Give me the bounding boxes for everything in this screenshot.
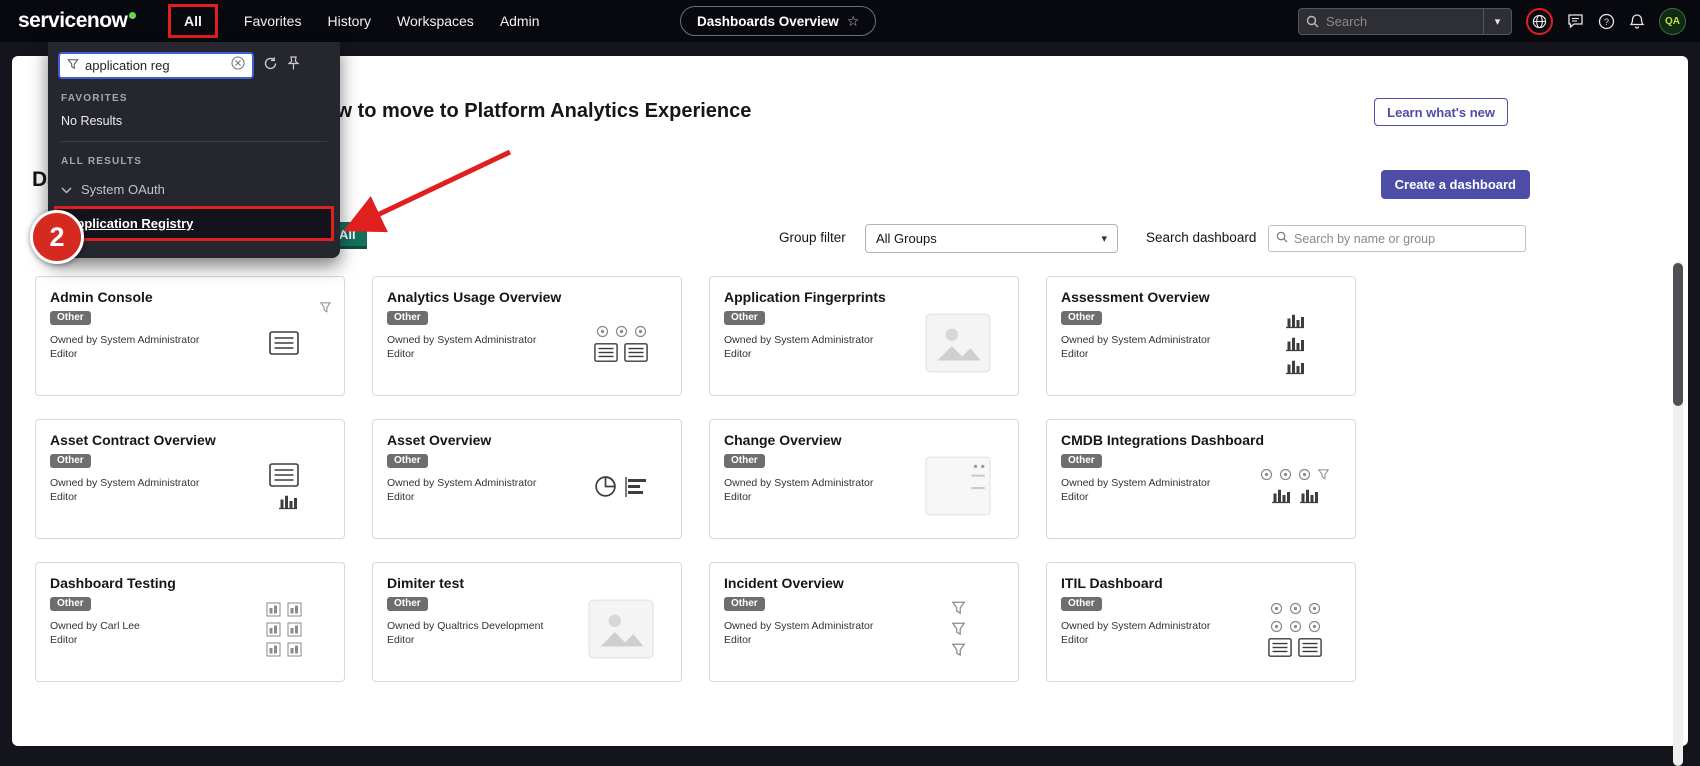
dashboard-card[interactable]: Asset Contract OverviewOtherOwned by Sys…	[35, 419, 345, 539]
search-dashboard-label: Search dashboard	[1146, 230, 1256, 245]
nav-links: All Favorites History Workspaces Admin	[168, 0, 540, 42]
scrollbar-track[interactable]	[1673, 261, 1683, 766]
global-search-input[interactable]	[1326, 14, 1483, 29]
dashboard-search-input[interactable]	[1294, 232, 1518, 246]
card-badge: Other	[387, 454, 428, 468]
menu-filter-field[interactable]	[58, 52, 254, 79]
card-thumbnail	[234, 585, 334, 673]
dashboard-card[interactable]: Dashboard TestingOtherOwned by Carl LeeE…	[35, 562, 345, 682]
dashboard-card[interactable]: Dimiter testOtherOwned by Qualtrics Deve…	[372, 562, 682, 682]
nav-item-favorites[interactable]: Favorites	[244, 13, 302, 29]
dashboard-card[interactable]: Assessment OverviewOtherOwned by System …	[1046, 276, 1356, 396]
star-icon[interactable]: ☆	[847, 13, 860, 30]
menu-filter-input[interactable]	[85, 58, 225, 73]
nav-item-all[interactable]: All	[168, 4, 218, 38]
brand-green-dot-icon	[129, 12, 136, 19]
nav-item-admin[interactable]: Admin	[500, 13, 540, 29]
menu-group-label: System OAuth	[81, 182, 165, 197]
dashboard-search-field[interactable]	[1268, 225, 1526, 252]
all-menu-panel: FAVORITES No Results ALL RESULTS System …	[48, 42, 340, 258]
favorites-empty-text: No Results	[61, 114, 327, 128]
annotation-step-badge: 2	[30, 210, 84, 264]
clear-filter-icon[interactable]	[231, 56, 245, 75]
card-thumbnail	[908, 585, 1008, 673]
search-icon	[1276, 230, 1288, 248]
top-nav: servicenow All Favorites History Workspa…	[0, 0, 1700, 42]
notifications-bell-icon[interactable]	[1629, 13, 1645, 30]
card-badge: Other	[724, 311, 765, 325]
card-thumbnail	[234, 299, 334, 387]
card-badge: Other	[50, 454, 91, 468]
group-filter-select[interactable]: All Groups ▾	[865, 224, 1118, 253]
chevron-down-icon: ▾	[1101, 232, 1107, 245]
dashboard-card[interactable]: Change OverviewOtherOwned by System Admi…	[709, 419, 1019, 539]
card-badge: Other	[387, 311, 428, 325]
group-filter-value: All Groups	[876, 231, 937, 246]
card-thumbnail	[908, 442, 1008, 530]
nav-item-history[interactable]: History	[327, 13, 371, 29]
cards-grid: Admin ConsoleOtherOwned by System Admini…	[35, 276, 1356, 682]
card-badge: Other	[50, 311, 91, 325]
global-search[interactable]: ▾	[1298, 8, 1512, 35]
chat-icon[interactable]	[1567, 13, 1584, 29]
card-thumbnail	[1245, 299, 1345, 387]
menu-item-application-registry[interactable]: Application Registry	[57, 209, 331, 238]
card-badge: Other	[50, 597, 91, 611]
filter-funnel-icon	[67, 57, 79, 75]
search-icon	[1306, 15, 1319, 28]
svg-text:?: ?	[1604, 17, 1609, 27]
learn-whats-new-button[interactable]: Learn what's new	[1374, 98, 1508, 126]
pin-icon[interactable]	[287, 56, 300, 76]
dashboard-card[interactable]: Admin ConsoleOtherOwned by System Admini…	[35, 276, 345, 396]
dashboard-card[interactable]: Incident OverviewOtherOwned by System Ad…	[709, 562, 1019, 682]
context-pill-dashboards-overview[interactable]: Dashboards Overview ☆	[680, 6, 876, 36]
nav-item-workspaces[interactable]: Workspaces	[397, 13, 474, 29]
card-thumbnail	[234, 442, 334, 530]
globe-icon[interactable]	[1526, 8, 1553, 35]
card-badge: Other	[1061, 311, 1102, 325]
card-badge: Other	[724, 454, 765, 468]
group-filter-label: Group filter	[779, 230, 846, 245]
card-badge: Other	[1061, 454, 1102, 468]
menu-filter-row	[48, 42, 340, 79]
card-thumbnail	[1245, 442, 1345, 530]
search-scope-dropdown[interactable]: ▾	[1483, 9, 1511, 34]
servicenow-logo[interactable]: servicenow	[18, 0, 136, 42]
menu-group-system-oauth[interactable]: System OAuth	[48, 178, 340, 201]
avatar[interactable]: QA	[1659, 8, 1686, 35]
favorites-section-header: FAVORITES	[61, 93, 327, 104]
chevron-down-icon	[61, 182, 72, 197]
dashboard-card[interactable]: Analytics Usage OverviewOtherOwned by Sy…	[372, 276, 682, 396]
brand-text: servicenow	[18, 9, 127, 33]
dashboard-card[interactable]: CMDB Integrations DashboardOtherOwned by…	[1046, 419, 1356, 539]
dashboard-card[interactable]: ITIL DashboardOtherOwned by System Admin…	[1046, 562, 1356, 682]
card-thumbnail	[571, 299, 671, 387]
menu-divider	[61, 141, 327, 142]
annotation-highlight-box: Application Registry	[54, 206, 334, 241]
nav-right-cluster: ▾ ? QA	[1298, 0, 1686, 42]
card-badge: Other	[724, 597, 765, 611]
dashboard-card[interactable]: Asset OverviewOtherOwned by System Admin…	[372, 419, 682, 539]
card-thumbnail	[571, 585, 671, 673]
card-badge: Other	[387, 597, 428, 611]
all-results-section-header: ALL RESULTS	[61, 156, 327, 167]
card-thumbnail	[571, 442, 671, 530]
create-dashboard-button[interactable]: Create a dashboard	[1381, 170, 1530, 199]
context-pill-label: Dashboards Overview	[697, 14, 839, 29]
scrollbar-thumb[interactable]	[1673, 263, 1683, 406]
help-icon[interactable]: ?	[1598, 13, 1615, 30]
card-thumbnail	[1245, 585, 1345, 673]
card-thumbnail	[908, 299, 1008, 387]
dashboard-card[interactable]: Application FingerprintsOtherOwned by Sy…	[709, 276, 1019, 396]
refresh-icon[interactable]	[263, 56, 278, 76]
card-badge: Other	[1061, 597, 1102, 611]
